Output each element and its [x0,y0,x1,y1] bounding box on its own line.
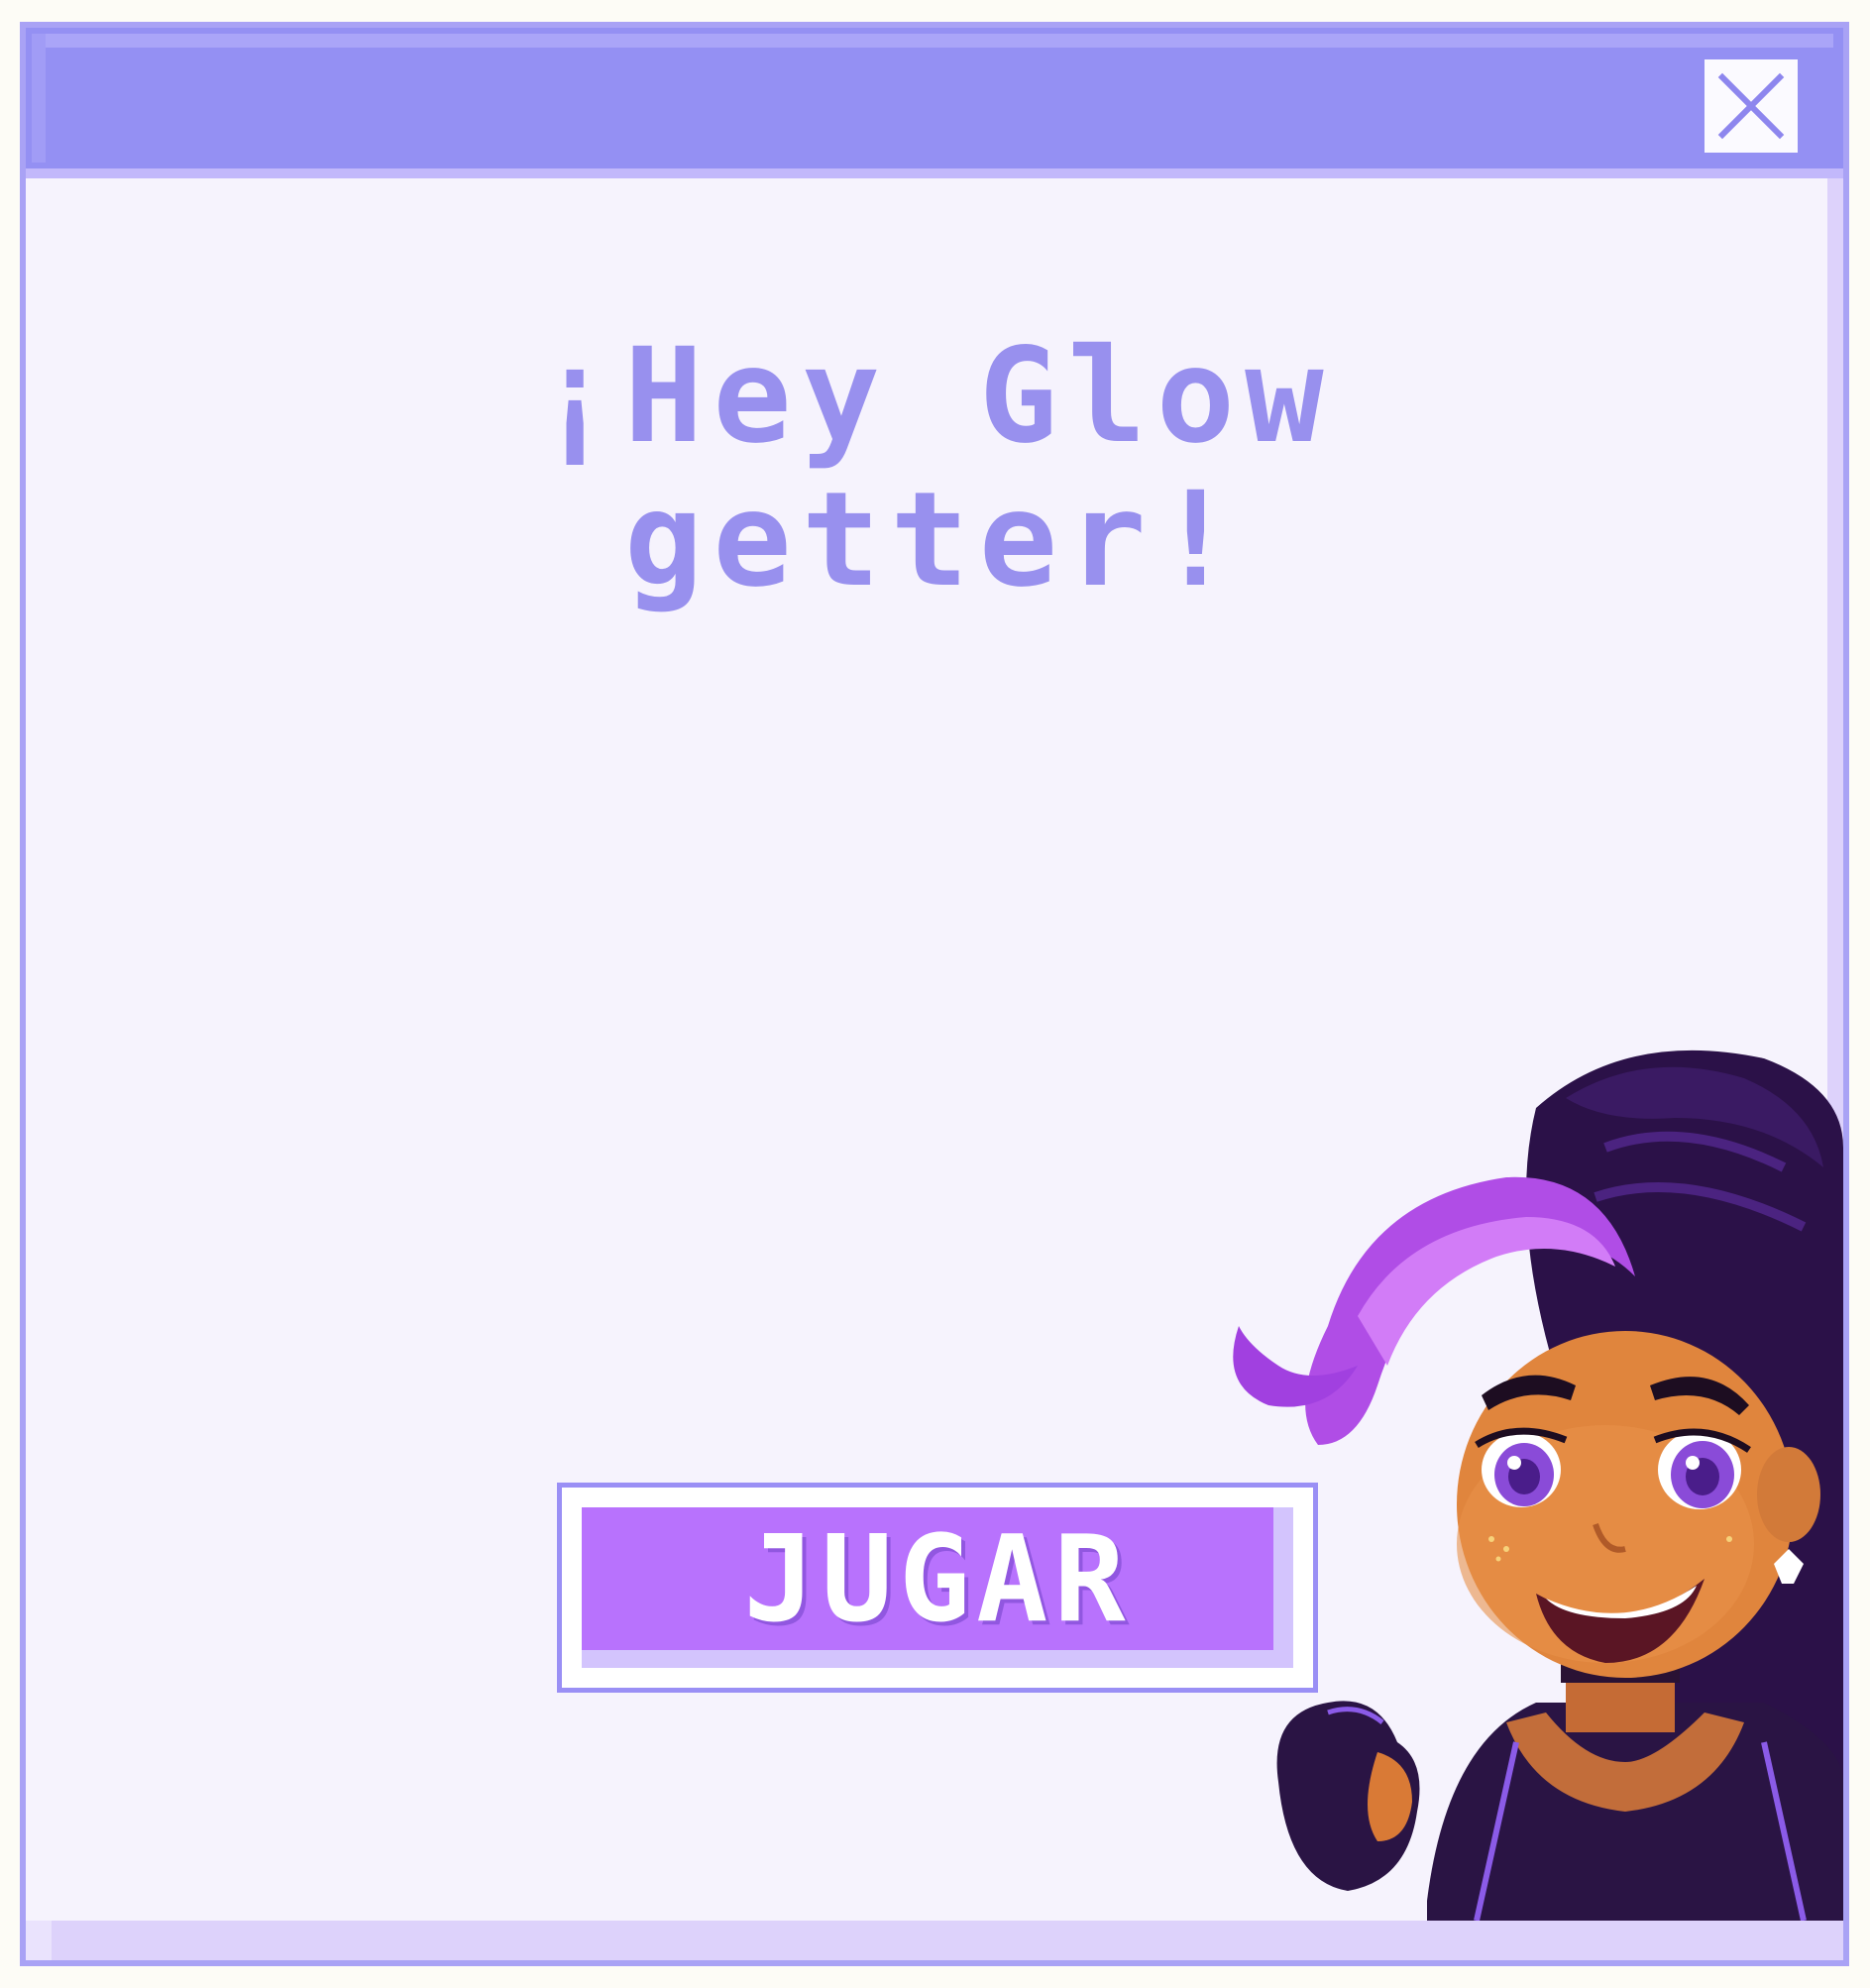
close-icon [1717,72,1785,140]
dialog-window: ¡Hey Glow getter! JUGAR [20,22,1849,1966]
heading-line-1: ¡Hey Glow [535,320,1334,473]
character-illustration [1233,1049,1843,1921]
content-bevel-bottom [26,1921,1843,1960]
close-button[interactable] [1705,59,1798,153]
title-bar[interactable] [26,28,1843,178]
title-bar-bevel-left [32,34,46,163]
title-bar-bevel [36,34,1833,48]
play-button-label: JUGAR [743,1511,1132,1649]
heading-line-2: getter! [623,464,1246,616]
play-button[interactable]: JUGAR [557,1483,1318,1693]
dialog-heading: ¡Hey Glow getter! [26,325,1843,612]
